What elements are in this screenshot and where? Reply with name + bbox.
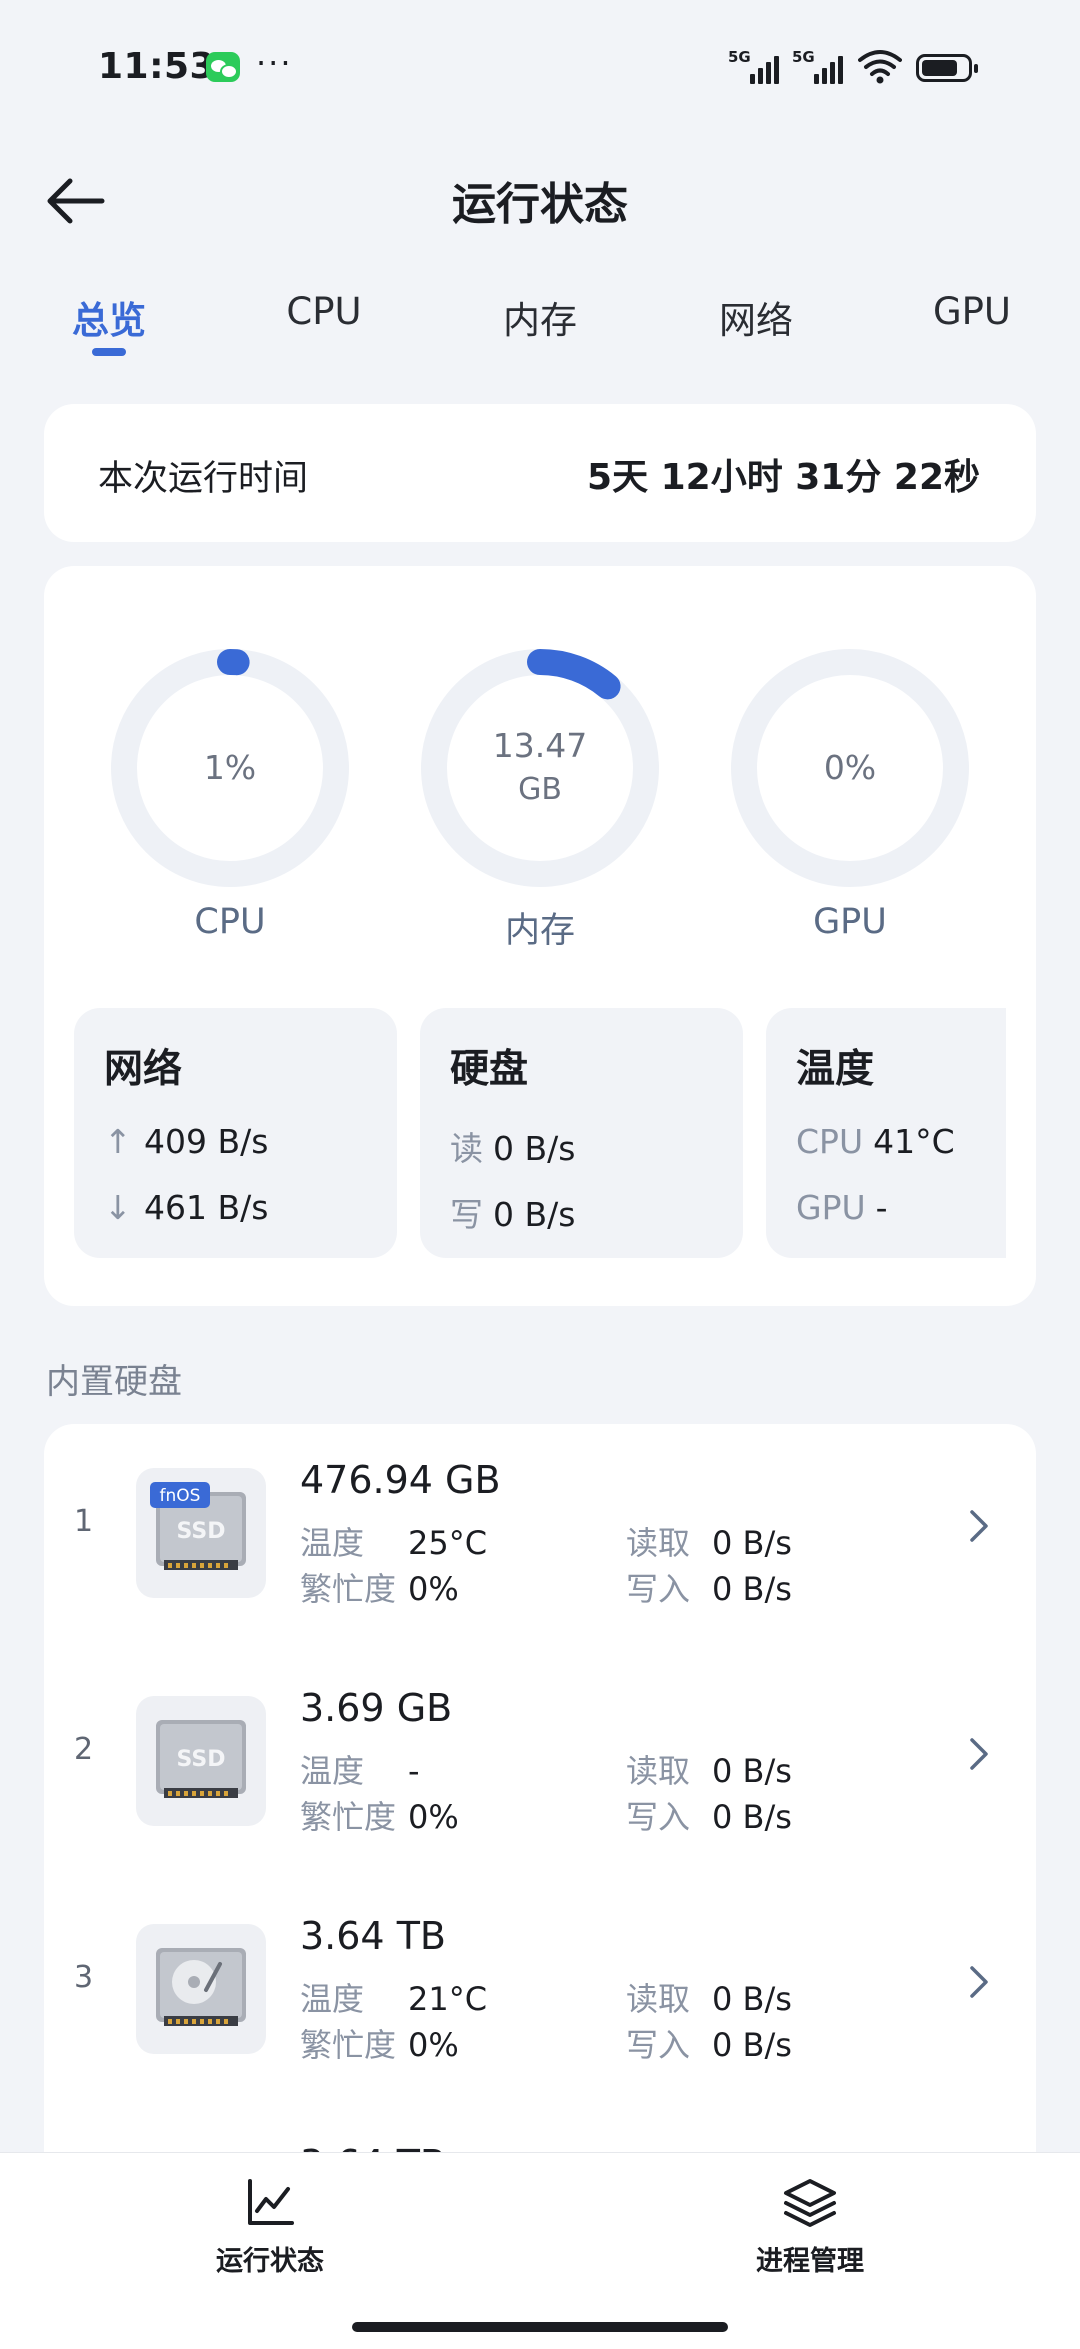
home-indicator[interactable] [352,2322,728,2332]
runtime-card: 本次运行时间 5天 12小时 31分 22秒 [44,404,1036,542]
disk-temperature: 温度 - [300,1752,420,1790]
page-title: 运行状态 [452,179,628,230]
bottom-navigation: 运行状态 进程管理 [0,2152,1080,2349]
disk-row-2[interactable]: 2 SSD 3.69 GB 温度 - 繁忙度 0% 读取 0 B/s 写入 0 B/s [44,1652,1036,1852]
disk-read-speed: 读取 0 B/s [626,1524,792,1562]
nav-run-status[interactable]: 运行状态 [170,2177,370,2278]
cpu-temperature: CPU 41°C [796,1122,955,1161]
disk-index: 2 [74,1732,94,1767]
chart-line-icon [248,2179,294,2225]
disk-busy: 繁忙度 0% [300,1798,459,1836]
section-title-internal-disks: 内置硬盘 [46,1362,182,1402]
disk-temperature: 温度 25°C [300,1524,488,1562]
tab-gpu[interactable]: GPU [892,290,1052,333]
network-download: ↓ 461 B/s [104,1188,269,1227]
memory-gauge[interactable]: 13.47 GB [420,648,660,888]
disk-read: 读0 B/s [450,1129,576,1168]
disk-row-1[interactable]: 1 SSD fnOS 476.94 GB 温度 25°C 繁忙度 0% 读取 0 B/… [44,1424,1036,1624]
disk-write-speed: 写入 0 B/s [626,2026,792,2064]
disk-io-mini-card[interactable]: 硬盘 读0 B/s 写0 B/s [420,1008,743,1258]
wifi-icon [858,50,902,84]
svg-text:SSD: SSD [177,1519,226,1544]
active-tab-indicator [92,348,126,356]
ssd-drive-icon: SSD fnOS [136,1468,266,1598]
network-title: 网络 [104,1047,183,1092]
chevron-right-icon [970,1966,988,1998]
runtime-label: 本次运行时间 [98,459,309,499]
disk-write: 写0 B/s [450,1195,576,1234]
disk-capacity: 3.69 GB [300,1686,453,1730]
cellular-signal-icon-2: 5G [792,48,846,84]
disk-busy: 繁忙度 0% [300,1570,459,1608]
arrow-up-icon: ↑ [104,1122,132,1161]
disk-temperature: 温度 21°C [300,1980,488,2018]
nav-process-management[interactable]: 进程管理 [710,2177,910,2278]
disk-index: 1 [74,1504,94,1539]
disk-index: 3 [74,1960,94,1995]
wechat-notification-icon [206,52,240,82]
stats-card: 1% CPU 13.47 GB 内存 0% GPU 网络 ↑ 409 B/s ↓ 4… [44,566,1036,1306]
network-upload: ↑ 409 B/s [104,1122,269,1161]
ssd-drive-icon: SSD [136,1696,266,1826]
layers-icon [784,2179,836,2227]
status-bar: 11:53 ··· 5G 5G [0,0,1080,130]
cpu-gauge-label: CPU [194,902,266,942]
tab-memory[interactable]: 内存 [460,290,620,344]
arrow-down-icon: ↓ [104,1188,132,1227]
chevron-right-icon [970,1738,988,1770]
temperature-title: 温度 [796,1047,875,1092]
memory-gauge-unit: GB [518,772,562,807]
battery-icon [916,54,978,82]
svg-text:fnOS: fnOS [160,1486,201,1506]
gpu-gauge-label: GPU [813,902,887,942]
disk-read-speed: 读取 0 B/s [626,1980,792,2018]
cpu-gauge[interactable]: 1% [110,648,350,888]
nav-run-status-label: 运行状态 [216,2246,324,2277]
nav-process-management-label: 进程管理 [756,2246,864,2277]
disk-busy: 繁忙度 0% [300,2026,459,2064]
temperature-mini-card[interactable]: 温度 CPU 41°C GPU - [766,1008,1006,1258]
tab-network[interactable]: 网络 [676,290,836,344]
disk-row-3[interactable]: 3 3.64 TB 温度 21°C 繁忙度 0% 读取 0 B/s 写入 0 B/s [44,1880,1036,2080]
status-time: 11:53 [98,46,216,87]
gpu-gauge[interactable]: 0% [730,648,970,888]
runtime-value: 5天 12小时 31分 22秒 [587,457,980,498]
gpu-temperature: GPU - [796,1188,888,1227]
disk-io-title: 硬盘 [450,1047,529,1092]
disk-capacity: 3.64 TB [300,1914,446,1958]
memory-gauge-label: 内存 [504,911,575,951]
disk-write-speed: 写入 0 B/s [626,1798,792,1836]
disk-write-speed: 写入 0 B/s [626,1570,792,1608]
tab-cpu[interactable]: CPU [244,290,404,333]
chevron-right-icon [970,1510,988,1542]
cpu-gauge-value: 1% [203,748,257,787]
disk-list: 1 SSD fnOS 476.94 GB 温度 25°C 繁忙度 0% 读取 0 B/… [44,1424,1036,2184]
gpu-gauge-value: 0% [823,748,877,787]
hdd-drive-icon [136,1924,266,2054]
tab-overview[interactable]: 总览 [29,290,189,344]
network-mini-card[interactable]: 网络 ↑ 409 B/s ↓ 461 B/s [74,1008,397,1258]
disk-read-speed: 读取 0 B/s [626,1752,792,1790]
more-notifications-icon: ··· [256,44,293,82]
svg-text:SSD: SSD [177,1747,226,1772]
cellular-signal-icon: 5G [728,48,782,84]
disk-capacity: 476.94 GB [300,1458,501,1502]
memory-gauge-value: 13.47 [492,726,588,765]
